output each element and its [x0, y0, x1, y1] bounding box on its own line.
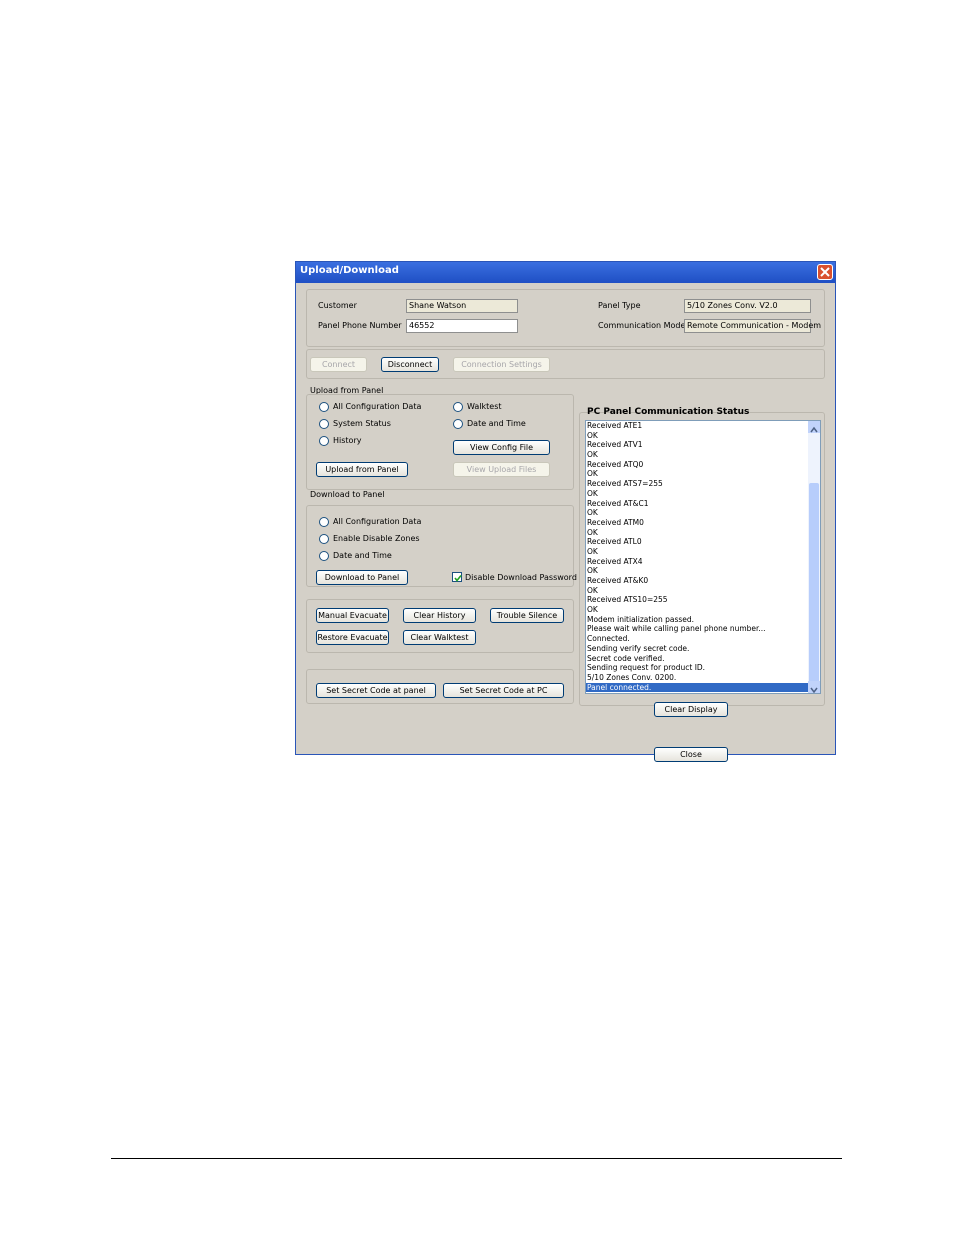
radio-download-date-time[interactable]: [319, 551, 329, 561]
status-line[interactable]: Received ATL0: [586, 537, 808, 547]
status-line[interactable]: OK: [586, 547, 808, 557]
comm-mode-label: Communication Mode: [598, 321, 686, 330]
status-line[interactable]: Received ATS7=255: [586, 479, 808, 489]
status-line[interactable]: OK: [586, 450, 808, 460]
panel-type-label: Panel Type: [598, 301, 641, 310]
set-secret-pc-button[interactable]: Set Secret Code at PC: [443, 683, 564, 698]
radio-upload-all-config[interactable]: [319, 402, 329, 412]
radio-upload-history[interactable]: [319, 436, 329, 446]
restore-evacuate-button[interactable]: Restore Evacuate: [316, 630, 389, 645]
phone-label: Panel Phone Number: [318, 321, 402, 330]
status-line[interactable]: Received ATE1: [586, 421, 808, 431]
status-line[interactable]: 5/10 Zones Conv. 0200.: [586, 673, 808, 683]
status-line[interactable]: OK: [586, 528, 808, 538]
close-window-icon[interactable]: [817, 264, 833, 280]
page-footer-rule: [111, 1158, 842, 1159]
panel-type-field: 5/10 Zones Conv. V2.0: [684, 299, 811, 313]
comm-mode-field: Remote Communication - Modem: [684, 319, 821, 333]
dialog-body: Customer Shane Watson Panel Phone Number…: [296, 283, 835, 762]
upload-from-panel-button[interactable]: Upload from Panel: [316, 462, 408, 477]
radio-upload-date-time[interactable]: [453, 419, 463, 429]
status-line[interactable]: Sending request for product ID.: [586, 663, 808, 673]
disable-password-checkbox[interactable]: [452, 572, 462, 582]
download-group-title: Download to Panel: [310, 490, 385, 499]
status-line[interactable]: Connected.: [586, 634, 808, 644]
status-lines: Received ATE1 OK Received ATV1 OK Received A…: [586, 421, 808, 693]
download-option-label: Date and Time: [333, 551, 392, 560]
radio-download-all-config[interactable]: [319, 517, 329, 527]
upload-option-label: Walktest: [467, 402, 502, 411]
disable-password-label: Disable Download Password: [465, 573, 577, 582]
status-line[interactable]: Received ATM0: [586, 518, 808, 528]
status-line[interactable]: Received ATS10=255: [586, 595, 808, 605]
status-line[interactable]: Received ATV1: [586, 440, 808, 450]
download-option-label: Enable Disable Zones: [333, 534, 420, 543]
status-line[interactable]: Panel connected.: [586, 682, 808, 693]
status-line[interactable]: OK: [586, 431, 808, 441]
status-line[interactable]: Modem initialization passed.: [586, 615, 808, 625]
manual-evacuate-button[interactable]: Manual Evacuate: [316, 608, 389, 623]
status-line[interactable]: Received ATX4: [586, 557, 808, 567]
connection-settings-button[interactable]: Connection Settings: [453, 357, 550, 372]
upload-option-label: System Status: [333, 419, 391, 428]
status-title: PC Panel Communication Status: [587, 407, 750, 417]
title-bar[interactable]: Upload/Download: [296, 262, 835, 283]
download-option-label: All Configuration Data: [333, 517, 422, 526]
view-upload-files-button[interactable]: View Upload Files: [453, 462, 550, 477]
customer-label: Customer: [318, 301, 357, 310]
clear-history-button[interactable]: Clear History: [403, 608, 476, 623]
connect-button[interactable]: Connect: [310, 357, 367, 372]
scroll-down-icon[interactable]: [808, 681, 820, 693]
upload-option-label: History: [333, 436, 362, 445]
status-line[interactable]: Received AT&C1: [586, 499, 808, 509]
upload-option-label: Date and Time: [467, 419, 526, 428]
window-title: Upload/Download: [300, 265, 399, 276]
radio-download-zones[interactable]: [319, 534, 329, 544]
status-line[interactable]: Please wait while calling panel phone nu…: [586, 624, 808, 634]
status-line[interactable]: OK: [586, 469, 808, 479]
close-button[interactable]: Close: [654, 747, 728, 762]
upload-option-label: All Configuration Data: [333, 402, 422, 411]
scroll-thumb[interactable]: [809, 483, 819, 683]
customer-field: Shane Watson: [406, 299, 518, 313]
set-secret-panel-button[interactable]: Set Secret Code at panel: [316, 683, 436, 698]
view-config-file-button[interactable]: View Config File: [453, 440, 550, 455]
status-line[interactable]: OK: [586, 508, 808, 518]
status-line[interactable]: OK: [586, 566, 808, 576]
scroll-up-icon[interactable]: [808, 421, 820, 433]
status-log[interactable]: Received ATE1 OK Received ATV1 OK Received A…: [585, 420, 821, 694]
clear-display-button[interactable]: Clear Display: [654, 702, 728, 717]
status-line[interactable]: OK: [586, 586, 808, 596]
status-line[interactable]: Secret code verified.: [586, 654, 808, 664]
checkmark-icon: [454, 575, 462, 582]
disconnect-button[interactable]: Disconnect: [381, 357, 439, 372]
radio-upload-walktest[interactable]: [453, 402, 463, 412]
status-line[interactable]: OK: [586, 489, 808, 499]
upload-download-window: Upload/Download Customer Shane Watson Pa…: [295, 261, 836, 762]
clear-walktest-button[interactable]: Clear Walktest: [403, 630, 476, 645]
status-line[interactable]: Sending verify secret code.: [586, 644, 808, 654]
status-scrollbar[interactable]: [808, 421, 820, 693]
status-line[interactable]: Received AT&K0: [586, 576, 808, 586]
status-line[interactable]: OK: [586, 605, 808, 615]
download-to-panel-button[interactable]: Download to Panel: [316, 570, 408, 585]
status-line[interactable]: Received ATQ0: [586, 460, 808, 470]
phone-number-field[interactable]: 46552: [406, 319, 518, 333]
trouble-silence-button[interactable]: Trouble Silence: [490, 608, 564, 623]
info-group: [306, 289, 825, 347]
radio-upload-system-status[interactable]: [319, 419, 329, 429]
